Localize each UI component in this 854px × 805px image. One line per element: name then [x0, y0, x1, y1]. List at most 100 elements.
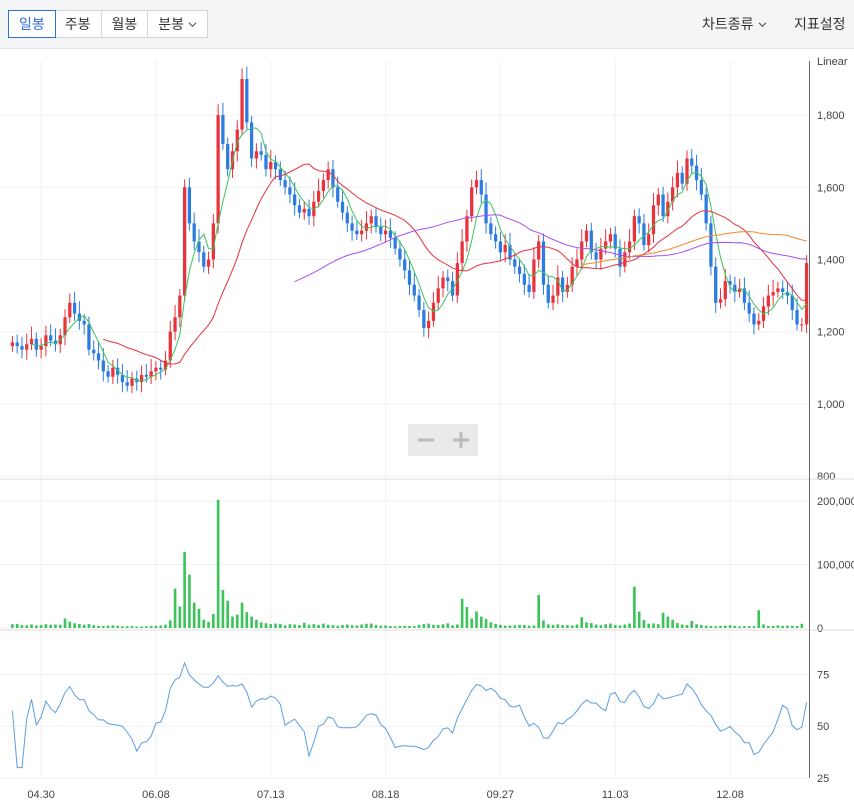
- volume-bar: [97, 625, 100, 628]
- candle-body: [651, 205, 656, 235]
- volume-bar: [322, 623, 325, 628]
- candle-body: [479, 180, 483, 195]
- volume-bar: [633, 586, 636, 628]
- zoom-controls: [408, 424, 478, 456]
- zoom-out-button[interactable]: [412, 426, 440, 454]
- oscillator-axis-label: 50: [817, 721, 829, 733]
- volume-bar: [58, 624, 62, 628]
- volume-axis-label: 100,000: [817, 560, 854, 572]
- volume-bar: [288, 624, 292, 628]
- candle-body: [288, 187, 292, 195]
- zoom-in-icon: [452, 432, 469, 448]
- volume-bar: [331, 625, 335, 628]
- volume-bar: [728, 625, 732, 628]
- volume-bar: [570, 625, 574, 628]
- candle-body: [718, 299, 723, 303]
- ma5-line: [31, 127, 807, 382]
- volume-bar: [671, 619, 674, 628]
- volume-bar: [566, 625, 569, 628]
- volume-bar: [63, 618, 67, 628]
- candle-body: [39, 346, 43, 350]
- candle-body: [92, 349, 96, 354]
- candle-body: [326, 169, 330, 181]
- candle-body: [757, 320, 761, 325]
- volume-bar: [173, 588, 177, 628]
- volume-bar: [513, 625, 517, 628]
- candle-body: [604, 241, 608, 249]
- candle-body: [283, 180, 287, 188]
- volume-bar: [479, 616, 483, 628]
- x-tick-label: 12.08: [716, 789, 744, 801]
- candle-body: [484, 194, 488, 224]
- candle-body: [226, 144, 230, 170]
- volume-bar: [106, 625, 110, 628]
- candle-body: [584, 230, 589, 242]
- volume-bar: [317, 624, 320, 628]
- volume-bar: [733, 625, 737, 628]
- volume-bar: [700, 624, 703, 628]
- candle-body: [661, 194, 665, 217]
- volume-bar: [527, 625, 531, 628]
- candle-body: [580, 241, 584, 260]
- volume-bar: [446, 623, 450, 628]
- volume-bar: [800, 623, 804, 628]
- volume-bar: [470, 618, 474, 628]
- candle-body: [331, 169, 335, 188]
- volume-bar: [164, 624, 167, 628]
- candle-body: [154, 367, 158, 372]
- volume-bar: [652, 623, 655, 628]
- volume-bar: [30, 624, 33, 628]
- oscillator-line: [11, 661, 808, 769]
- volume-bar: [460, 598, 464, 628]
- zoom-in-button[interactable]: [447, 426, 475, 454]
- volume-bar: [73, 623, 76, 628]
- candle-body: [771, 291, 775, 296]
- volume-bar: [599, 625, 603, 628]
- period-minute-label: 분봉: [158, 17, 185, 33]
- volume-bar: [379, 625, 383, 628]
- volume-bar: [532, 625, 536, 628]
- candle-body: [29, 338, 34, 345]
- volume-bar: [499, 624, 502, 628]
- volume-bar: [494, 623, 497, 628]
- candle-body: [15, 342, 19, 347]
- volume-bar: [350, 625, 354, 628]
- volume-bar: [68, 621, 72, 628]
- volume-bar: [408, 625, 411, 628]
- candle-body: [130, 378, 134, 386]
- candle-body: [82, 320, 86, 325]
- volume-bar: [154, 625, 158, 628]
- period-daily-button[interactable]: 일봉: [8, 10, 56, 38]
- volume-bar: [15, 623, 19, 628]
- volume-bar: [542, 620, 545, 628]
- period-monthly-button[interactable]: 월봉: [102, 11, 149, 37]
- chart-type-label: 차트종류: [702, 17, 754, 33]
- candle-body: [503, 245, 507, 253]
- candle-body: [446, 277, 450, 282]
- candle-body: [364, 223, 369, 231]
- volume-bar: [389, 626, 392, 628]
- candle-body: [690, 158, 694, 166]
- chart-type-menu[interactable]: 차트종류: [702, 10, 767, 38]
- oscillator-axis-label: 25: [817, 773, 829, 785]
- volume-bar: [618, 625, 622, 628]
- candle-body: [360, 230, 364, 235]
- volume-bar: [776, 625, 780, 628]
- candle-body: [752, 313, 756, 325]
- candle-body: [776, 288, 780, 292]
- indicator-settings-button[interactable]: 지표설정: [794, 10, 846, 38]
- candle-body: [489, 223, 493, 235]
- volume-bar: [743, 626, 746, 628]
- candle-body: [680, 172, 684, 184]
- price-axis-label: 1,800: [817, 110, 845, 122]
- candle-body: [804, 263, 809, 325]
- volume-bar: [628, 623, 631, 628]
- volume-bar: [116, 625, 119, 628]
- volume-bar: [183, 551, 186, 628]
- volume-bar: [781, 625, 785, 628]
- period-weekly-button[interactable]: 주봉: [55, 11, 102, 37]
- period-minute-button[interactable]: 분봉: [148, 11, 207, 37]
- candle-body: [111, 367, 115, 377]
- candle-body: [714, 266, 718, 303]
- volume-bar: [417, 624, 421, 628]
